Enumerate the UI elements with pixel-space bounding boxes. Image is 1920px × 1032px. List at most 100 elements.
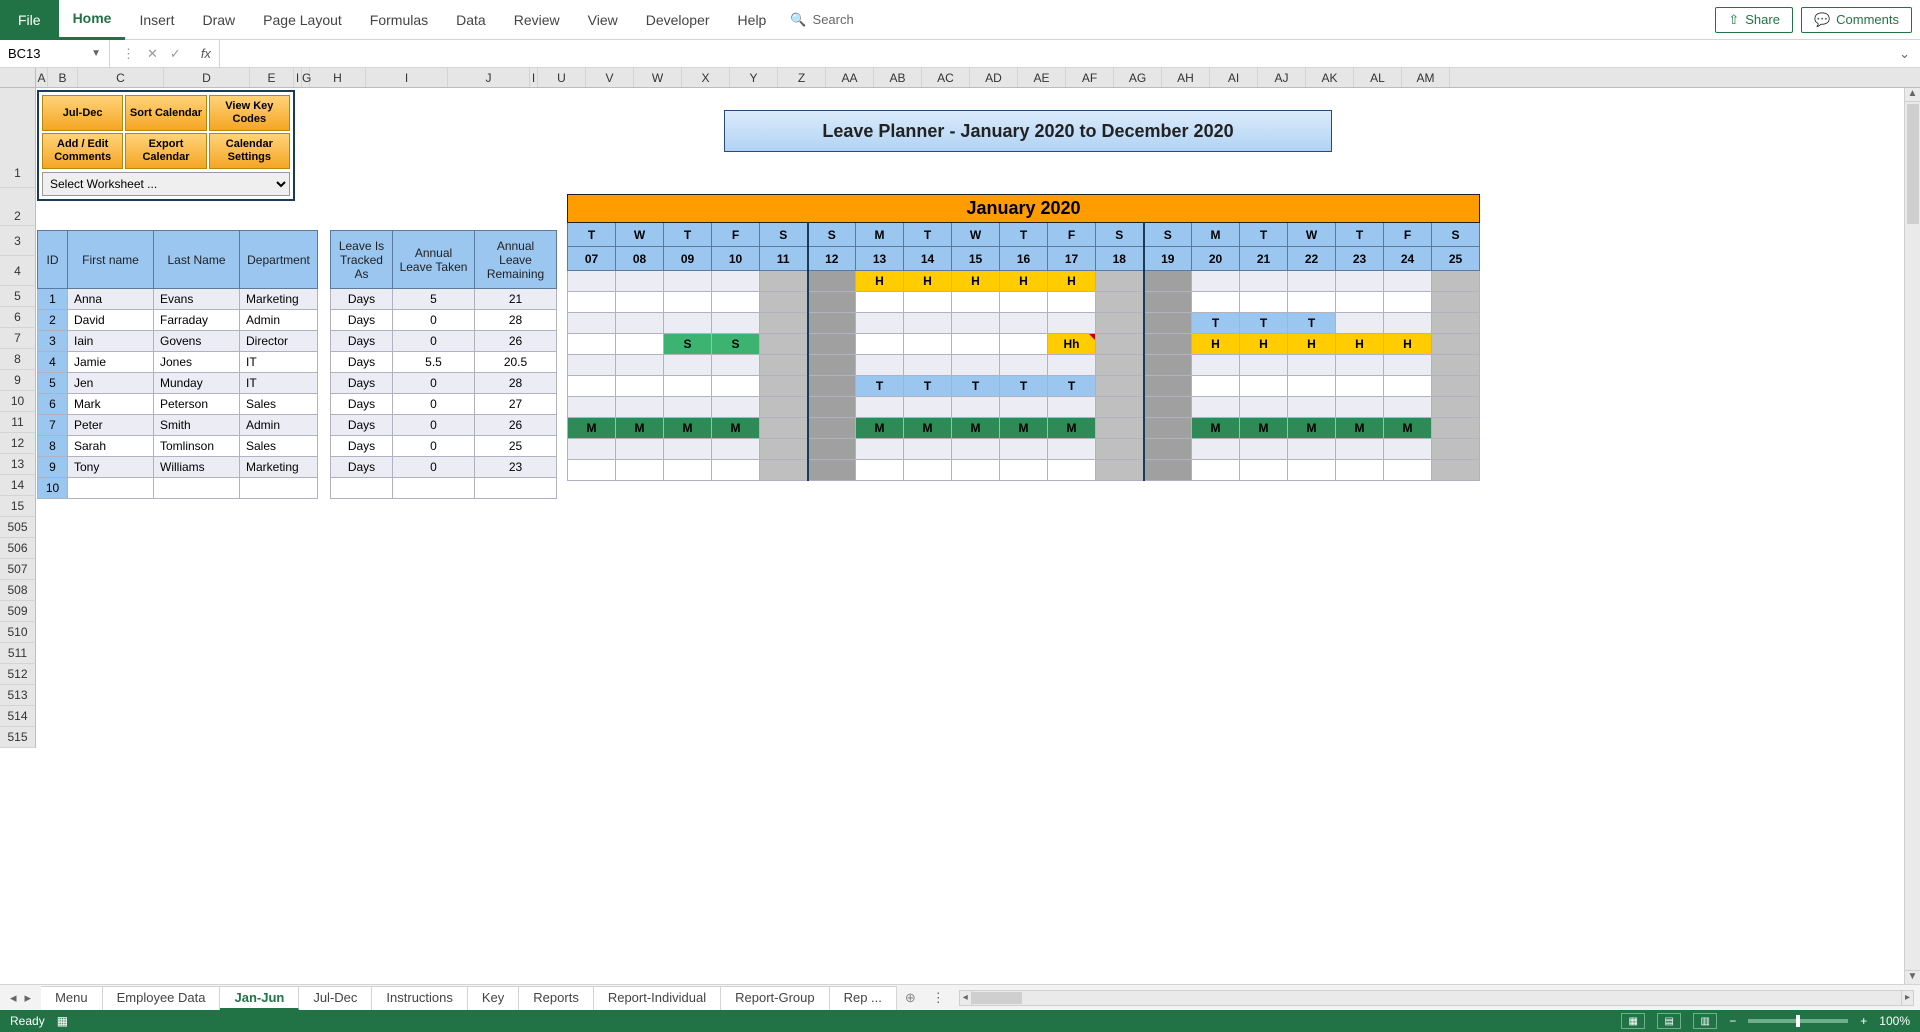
calendar-cell[interactable]: [712, 355, 760, 376]
calendar-cell[interactable]: [1336, 439, 1384, 460]
calendar-cell[interactable]: [1288, 397, 1336, 418]
calendar-cell[interactable]: [712, 439, 760, 460]
worksheet-select[interactable]: Select Worksheet ...: [42, 172, 290, 196]
calendar-cell[interactable]: [616, 439, 664, 460]
name-box[interactable]: BC13 ▼: [0, 40, 110, 67]
row-header[interactable]: 12: [0, 433, 36, 454]
row-header[interactable]: 505: [0, 517, 36, 538]
dots-icon[interactable]: ⋮: [122, 46, 135, 62]
calendar-cell[interactable]: M: [856, 418, 904, 439]
calendar-cell[interactable]: M: [904, 418, 952, 439]
calendar-cell[interactable]: M: [952, 418, 1000, 439]
row-header[interactable]: 1: [0, 88, 36, 188]
col-header[interactable]: AK: [1306, 68, 1354, 87]
calendar-cell[interactable]: [1096, 460, 1144, 481]
calendar-cell[interactable]: M: [1048, 418, 1096, 439]
col-header[interactable]: AC: [922, 68, 970, 87]
col-header[interactable]: I: [294, 68, 302, 87]
calendar-cell[interactable]: T: [904, 376, 952, 397]
ribbon-tab-insert[interactable]: Insert: [125, 0, 188, 40]
calendar-cell[interactable]: [1384, 292, 1432, 313]
row-header[interactable]: 510: [0, 622, 36, 643]
calendar-cell[interactable]: [1000, 313, 1048, 334]
scrollbar-thumb[interactable]: [1907, 104, 1919, 224]
col-header[interactable]: AF: [1066, 68, 1114, 87]
calendar-cell[interactable]: [1384, 313, 1432, 334]
calendar-cell[interactable]: [1048, 292, 1096, 313]
grid-area[interactable]: 1234567891011121314155055065075085095105…: [0, 88, 1920, 984]
calendar-cell[interactable]: [1336, 397, 1384, 418]
calendar-cell[interactable]: [1144, 271, 1192, 292]
calendar-cell[interactable]: [1240, 292, 1288, 313]
calendar-cell[interactable]: [712, 313, 760, 334]
calendar-cell[interactable]: [1384, 355, 1432, 376]
calendar-cell[interactable]: [1000, 439, 1048, 460]
calendar-cell[interactable]: [1432, 397, 1480, 418]
row-header[interactable]: 10: [0, 391, 36, 412]
calendar-cell[interactable]: H: [1384, 334, 1432, 355]
calendar-cell[interactable]: M: [1240, 418, 1288, 439]
calendar-cell[interactable]: [952, 292, 1000, 313]
macro-button[interactable]: Add / Edit Comments: [42, 133, 123, 169]
calendar-cell[interactable]: [808, 355, 856, 376]
calendar-cell[interactable]: [904, 397, 952, 418]
calendar-cell[interactable]: [568, 313, 616, 334]
calendar-cell[interactable]: [1240, 355, 1288, 376]
calendar-cell[interactable]: [1240, 376, 1288, 397]
horizontal-scrollbar[interactable]: ◂ ▸: [959, 990, 1914, 1006]
calendar-cell[interactable]: [1432, 271, 1480, 292]
calendar-cell[interactable]: [1384, 439, 1432, 460]
row-header[interactable]: 8: [0, 349, 36, 370]
ribbon-tab-developer[interactable]: Developer: [632, 0, 724, 40]
calendar-cell[interactable]: [1336, 376, 1384, 397]
calendar-cell[interactable]: [664, 292, 712, 313]
calendar-cell[interactable]: [1288, 271, 1336, 292]
hscroll-thumb[interactable]: [972, 992, 1022, 1004]
share-button[interactable]: ⇧ Share: [1715, 7, 1793, 33]
sheet-tab[interactable]: Menu: [41, 986, 103, 1010]
expand-formula-icon[interactable]: ⌄: [1889, 46, 1920, 62]
col-header[interactable]: AH: [1162, 68, 1210, 87]
calendar-cell[interactable]: [1096, 418, 1144, 439]
calendar-cell[interactable]: [616, 397, 664, 418]
calendar-cell[interactable]: [1432, 376, 1480, 397]
row-header[interactable]: 2: [0, 188, 36, 226]
col-header[interactable]: W: [634, 68, 682, 87]
row-header[interactable]: 511: [0, 643, 36, 664]
col-header[interactable]: H: [310, 68, 366, 87]
calendar-cell[interactable]: [856, 355, 904, 376]
ribbon-tab-home[interactable]: Home: [59, 0, 126, 40]
zoom-out-icon[interactable]: −: [1729, 1014, 1736, 1028]
calendar-cell[interactable]: T: [856, 376, 904, 397]
calendar-cell[interactable]: S: [712, 334, 760, 355]
row-header[interactable]: 11: [0, 412, 36, 433]
col-header[interactable]: AA: [826, 68, 874, 87]
calendar-cell[interactable]: [952, 460, 1000, 481]
table-row[interactable]: 5JenMundayITDays028: [38, 373, 557, 394]
calendar-cell[interactable]: [904, 460, 952, 481]
vertical-scrollbar[interactable]: ▲ ▼: [1904, 88, 1920, 984]
col-tracked[interactable]: Leave Is Tracked As: [331, 231, 393, 289]
macro-button[interactable]: Sort Calendar: [125, 95, 206, 131]
calendar-cell[interactable]: [760, 439, 808, 460]
calendar-cell[interactable]: [904, 334, 952, 355]
sheet-tab[interactable]: Jan-Jun: [220, 986, 299, 1010]
calendar-cell[interactable]: [1192, 397, 1240, 418]
calendar-cell[interactable]: [616, 313, 664, 334]
row-header[interactable]: 15: [0, 496, 36, 517]
col-header[interactable]: D: [164, 68, 250, 87]
calendar-cell[interactable]: H: [856, 271, 904, 292]
calendar-cell[interactable]: [904, 439, 952, 460]
cancel-icon[interactable]: ✕: [147, 46, 158, 62]
calendar-cell[interactable]: [568, 271, 616, 292]
calendar-cell[interactable]: H: [1288, 334, 1336, 355]
calendar-cell[interactable]: [664, 376, 712, 397]
calendar-cell[interactable]: [1144, 460, 1192, 481]
calendar-cell[interactable]: [1096, 439, 1144, 460]
calendar-cell[interactable]: [1048, 355, 1096, 376]
row-header[interactable]: 509: [0, 601, 36, 622]
table-row[interactable]: 2DavidFarradayAdminDays028: [38, 310, 557, 331]
calendar-cell[interactable]: M: [1336, 418, 1384, 439]
calendar-cell[interactable]: S: [664, 334, 712, 355]
calendar-cell[interactable]: [712, 376, 760, 397]
